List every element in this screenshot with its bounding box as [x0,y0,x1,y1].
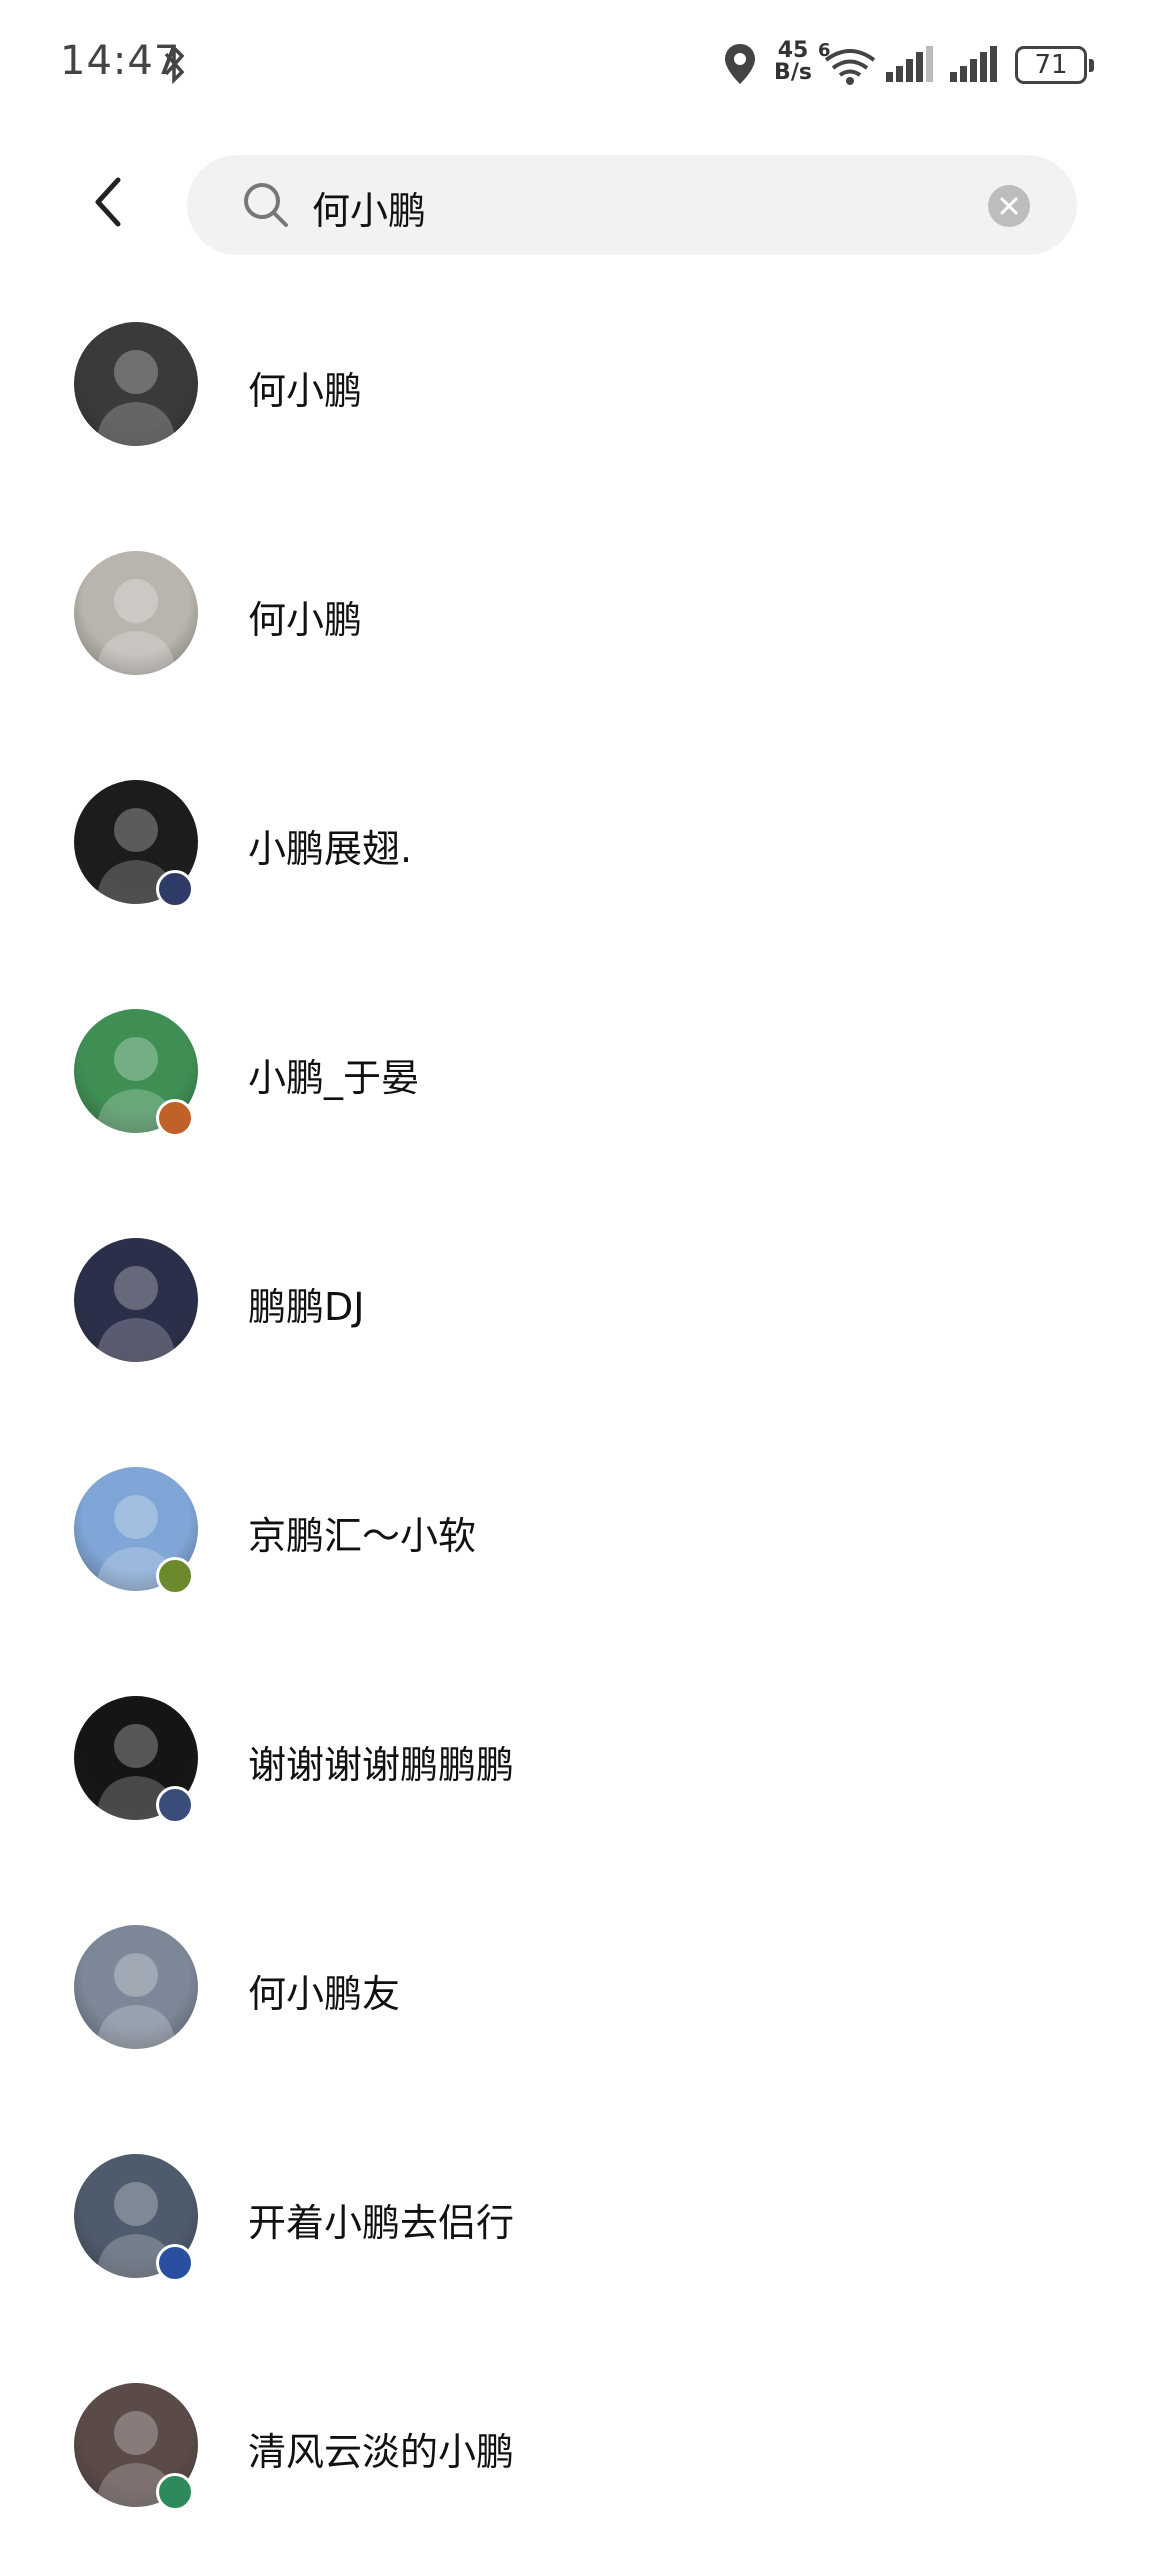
list-item[interactable]: 何小鹏 [0,280,1150,509]
result-name: 何小鹏 [248,598,363,642]
level-badge-icon [156,1099,194,1137]
wifi-icon: 6 [818,40,878,90]
search-input[interactable]: 何小鹏 [187,155,1077,255]
list-item[interactable]: 小鹏展翅. [0,738,1150,967]
battery-indicator: 71 [1015,46,1094,84]
list-item[interactable]: 鹏鹏DJ [0,1196,1150,1425]
avatar [74,1238,198,1362]
list-item[interactable]: 何小鹏友 [0,1883,1150,2112]
level-badge-icon [156,1786,194,1824]
chevron-left-icon [95,177,121,227]
result-name: 小鹏展翅. [248,827,413,871]
bluetooth-icon [162,43,188,88]
clear-icon [1000,197,1018,215]
level-badge-icon [156,2244,194,2282]
result-name: 开着小鹏去侣行 [248,2201,515,2245]
result-name: 何小鹏友 [248,1972,401,2016]
status-bar: 14:47 45 B/s 6 71 [0,0,1150,130]
location-icon [722,42,758,90]
result-name: 何小鹏 [248,369,363,413]
list-item[interactable]: 京鹏汇～小软 [0,1425,1150,1654]
signal-icon [886,46,934,86]
list-item[interactable]: 何小鹏 [0,509,1150,738]
result-name: 谢谢谢谢鹏鹏鹏 [248,1743,515,1787]
result-name: 清风云淡的小鹏 [248,2430,515,2474]
clear-button[interactable] [988,185,1030,227]
result-name: 鹏鹏DJ [248,1285,365,1329]
result-name: 京鹏汇～小软 [248,1514,477,1558]
level-badge-icon [156,2473,194,2511]
list-item[interactable]: 小鹏_于晏 [0,967,1150,1196]
avatar [74,322,198,446]
search-header: 何小鹏 [0,150,1150,260]
list-item[interactable]: 谢谢谢谢鹏鹏鹏 [0,1654,1150,1883]
result-name: 小鹏_于晏 [248,1056,420,1100]
back-button[interactable] [80,172,140,232]
list-item[interactable]: 开着小鹏去侣行 [0,2112,1150,2341]
search-query[interactable]: 何小鹏 [312,180,426,235]
level-badge-icon [156,870,194,908]
signal-icon-2 [950,46,998,86]
level-badge-icon [156,1557,194,1595]
avatar [74,1925,198,2049]
list-item[interactable]: 清风云淡的小鹏 [0,2341,1150,2570]
avatar [74,551,198,675]
network-speed: 45 B/s [774,38,812,85]
search-icon [242,181,290,233]
